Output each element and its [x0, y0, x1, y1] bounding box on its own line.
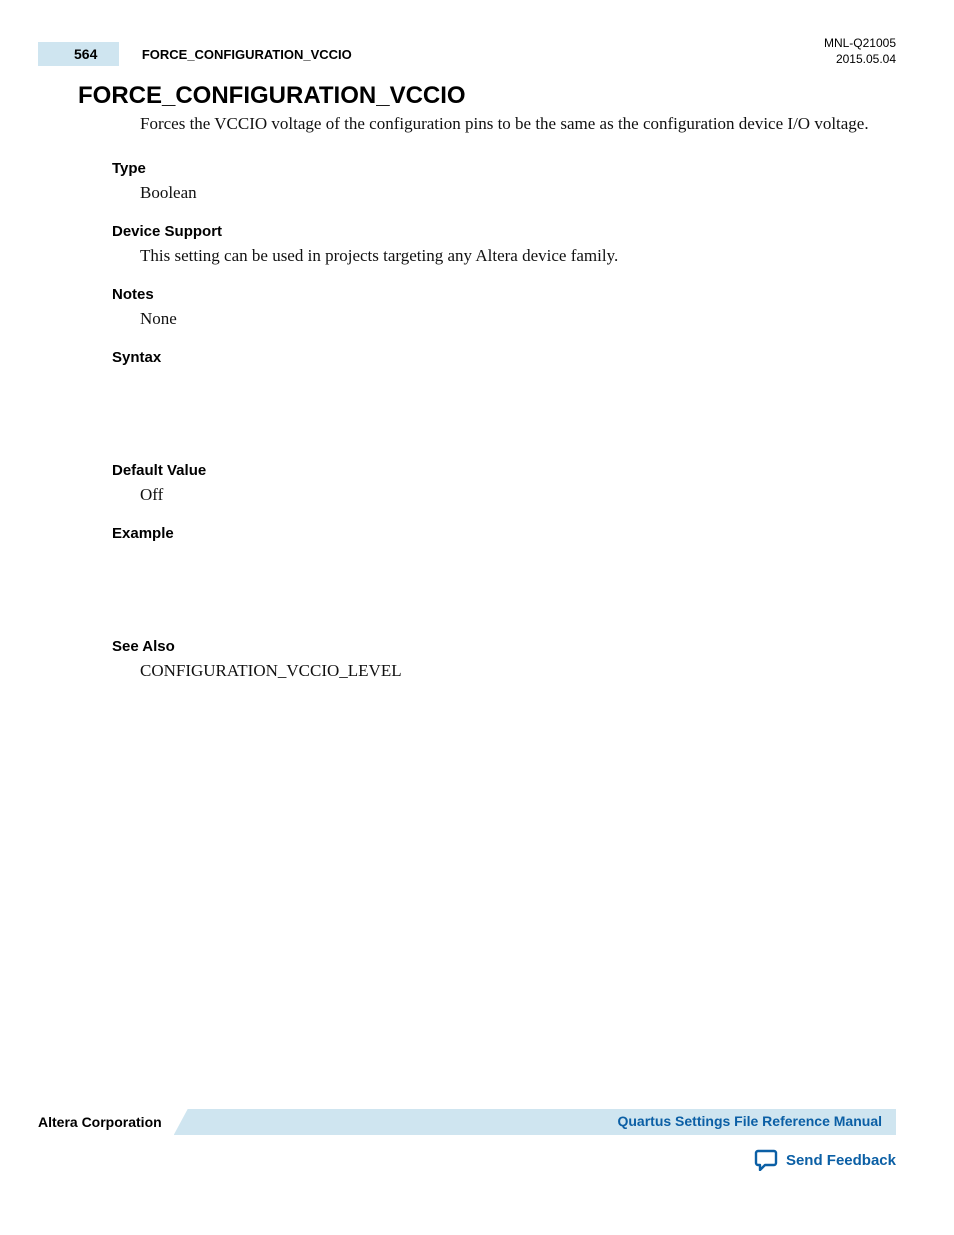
- device-support-value: This setting can be used in projects tar…: [140, 246, 884, 266]
- type-label: Type: [112, 160, 884, 177]
- footer-company: Altera Corporation: [38, 1114, 162, 1130]
- document-date: 2015.05.04: [824, 52, 896, 68]
- document-id: MNL-Q21005: [824, 36, 896, 52]
- footer-bar: Altera Corporation Quartus Settings File…: [38, 1109, 896, 1135]
- feedback-row: Send Feedback: [38, 1149, 896, 1171]
- send-feedback-link[interactable]: Send Feedback: [786, 1152, 896, 1169]
- syntax-label: Syntax: [112, 349, 884, 366]
- content-body: Forces the VCCIO voltage of the configur…: [112, 112, 884, 701]
- manual-link[interactable]: Quartus Settings File Reference Manual: [617, 1113, 882, 1129]
- see-also-label: See Also: [112, 638, 884, 655]
- example-label: Example: [112, 525, 884, 542]
- default-value-label: Default Value: [112, 462, 884, 479]
- notes-value: None: [140, 309, 884, 329]
- page-header: 564 FORCE_CONFIGURATION_VCCIO MNL-Q21005…: [38, 42, 896, 72]
- notes-label: Notes: [112, 286, 884, 303]
- see-also-value: CONFIGURATION_VCCIO_LEVEL: [140, 661, 884, 681]
- page-title: FORCE_CONFIGURATION_VCCIO: [78, 82, 466, 110]
- document-id-block: MNL-Q21005 2015.05.04: [824, 36, 896, 67]
- type-value: Boolean: [140, 183, 884, 203]
- running-title: FORCE_CONFIGURATION_VCCIO: [142, 47, 352, 62]
- page-number-tab: 564: [38, 42, 119, 66]
- device-support-label: Device Support: [112, 223, 884, 240]
- page-footer: Altera Corporation Quartus Settings File…: [38, 1109, 896, 1171]
- default-value-value: Off: [140, 485, 884, 505]
- speech-bubble-icon: [754, 1149, 778, 1171]
- description-text: Forces the VCCIO voltage of the configur…: [140, 112, 884, 136]
- footer-ribbon: Quartus Settings File Reference Manual: [174, 1109, 896, 1135]
